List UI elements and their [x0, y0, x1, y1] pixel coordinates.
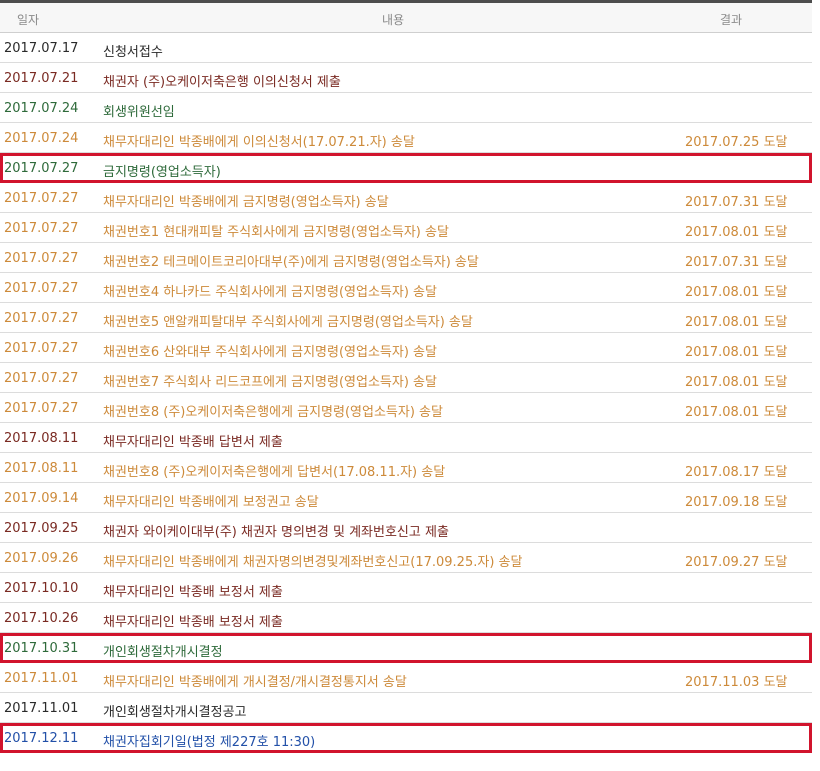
- header-result: 결과: [720, 13, 743, 27]
- row-date: 2017.07.27: [4, 281, 79, 296]
- row-result: 2017.08.01 도달: [685, 225, 788, 240]
- row-date: 2017.07.27: [4, 161, 79, 176]
- row-date: 2017.08.11: [4, 431, 79, 446]
- table-row: 2017.07.27 채권번호5 앤알캐피탈대부 주식회사에게 금지명령(영업소득…: [0, 303, 812, 333]
- row-date: 2017.07.27: [4, 401, 79, 416]
- row-result: 2017.09.18 도달: [685, 495, 788, 510]
- row-content: 채권번호2 테크메이트코리아대부(주)에게 금지명령(영업소득자) 송달: [103, 255, 479, 270]
- row-content: 개인회생절차개시결정공고: [103, 705, 247, 720]
- row-result: 2017.08.01 도달: [685, 375, 788, 390]
- row-result: 2017.08.01 도달: [685, 405, 788, 420]
- case-history-table: 일자 내용 결과 2017.07.17 신청서접수 2017.07.21 채권자 (주…: [0, 0, 812, 753]
- row-date: 2017.07.27: [4, 221, 79, 236]
- row-date: 2017.07.17: [4, 41, 79, 56]
- table-row: 2017.11.01 개인회생절차개시결정공고: [0, 693, 812, 723]
- row-content: 채무자대리인 박종배에게 이의신청서(17.07.21.자) 송달: [103, 135, 415, 150]
- row-date: 2017.07.27: [4, 251, 79, 266]
- table-header: 일자 내용 결과: [0, 3, 812, 33]
- table-row: 2017.07.27 채권번호8 (주)오케이저축은행에게 금지명령(영업소득자)…: [0, 393, 812, 423]
- table-row: 2017.07.27 채무자대리인 박종배에게 금지명령(영업소득자) 송달 201…: [0, 183, 812, 213]
- row-content: 채권자 와이케이대부(주) 채권자 명의변경 및 계좌번호신고 제출: [103, 525, 449, 540]
- row-date: 2017.07.27: [4, 341, 79, 356]
- table-row-highlighted: 2017.07.27 금지명령(영업소득자): [0, 153, 812, 183]
- row-content: 채권번호4 하나카드 주식회사에게 금지명령(영업소득자) 송달: [103, 285, 437, 300]
- table-row: 2017.07.27 채권번호1 현대캐피탈 주식회사에게 금지명령(영업소득자)…: [0, 213, 812, 243]
- row-content: 채무자대리인 박종배에게 보정권고 송달: [103, 495, 319, 510]
- row-date: 2017.10.10: [4, 581, 79, 596]
- row-content: 신청서접수: [103, 45, 163, 60]
- row-result: 2017.08.17 도달: [685, 465, 788, 480]
- row-date: 2017.07.27: [4, 191, 79, 206]
- row-date: 2017.09.14: [4, 491, 79, 506]
- row-date: 2017.11.01: [4, 701, 79, 716]
- row-result: 2017.08.01 도달: [685, 345, 788, 360]
- table-row: 2017.09.25 채권자 와이케이대부(주) 채권자 명의변경 및 계좌번호신…: [0, 513, 812, 543]
- table-row: 2017.10.10 채무자대리인 박종배 보정서 제출: [0, 573, 812, 603]
- row-date: 2017.07.24: [4, 131, 79, 146]
- table-row: 2017.07.17 신청서접수: [0, 33, 812, 63]
- row-content: 채무자대리인 박종배에게 개시결정/개시결정통지서 송달: [103, 675, 407, 690]
- row-result: 2017.07.25 도달: [685, 135, 788, 150]
- row-date: 2017.07.27: [4, 371, 79, 386]
- table-row: 2017.10.26 채무자대리인 박종배 보정서 제출: [0, 603, 812, 633]
- row-date: 2017.11.01: [4, 671, 79, 686]
- row-content: 채권번호8 (주)오케이저축은행에게 답변서(17.08.11.자) 송달: [103, 465, 446, 480]
- table-row: 2017.07.27 채권번호6 산와대부 주식회사에게 금지명령(영업소득자) …: [0, 333, 812, 363]
- table-row: 2017.07.21 채권자 (주)오케이저축은행 이의신청서 제출: [0, 63, 812, 93]
- row-result: 2017.08.01 도달: [685, 285, 788, 300]
- table-row: 2017.07.27 채권번호7 주식회사 리드코프에게 금지명령(영업소득자) …: [0, 363, 812, 393]
- row-date: 2017.10.26: [4, 611, 79, 626]
- row-result: 2017.07.31 도달: [685, 195, 788, 210]
- header-date: 일자: [17, 13, 40, 27]
- row-date: 2017.10.31: [4, 641, 79, 656]
- table-row-highlighted: 2017.12.11 채권자집회기일(법정 제227호 11:30): [0, 723, 812, 753]
- table-row: 2017.08.11 채무자대리인 박종배 답변서 제출: [0, 423, 812, 453]
- row-content: 금지명령(영업소득자): [103, 165, 221, 180]
- row-date: 2017.07.21: [4, 71, 79, 86]
- row-content: 회생위원선임: [103, 105, 175, 120]
- row-date: 2017.07.27: [4, 311, 79, 326]
- table-row: 2017.08.11 채권번호8 (주)오케이저축은행에게 답변서(17.08.1…: [0, 453, 812, 483]
- row-result: 2017.09.27 도달: [685, 555, 788, 570]
- row-content: 채무자대리인 박종배 답변서 제출: [103, 435, 283, 450]
- row-date: 2017.07.24: [4, 101, 79, 116]
- row-content: 채권번호7 주식회사 리드코프에게 금지명령(영업소득자) 송달: [103, 375, 437, 390]
- row-content: 채권번호8 (주)오케이저축은행에게 금지명령(영업소득자) 송달: [103, 405, 443, 420]
- row-content: 채권번호6 산와대부 주식회사에게 금지명령(영업소득자) 송달: [103, 345, 437, 360]
- row-result: 2017.07.31 도달: [685, 255, 788, 270]
- header-content: 내용: [382, 13, 405, 27]
- row-content: 채무자대리인 박종배에게 채권자명의변경및계좌번호신고(17.09.25.자) …: [103, 555, 523, 570]
- row-result: 2017.11.03 도달: [685, 675, 788, 690]
- row-date: 2017.09.25: [4, 521, 79, 536]
- row-content: 채무자대리인 박종배 보정서 제출: [103, 585, 283, 600]
- row-content: 개인회생절차개시결정: [103, 645, 223, 660]
- row-date: 2017.08.11: [4, 461, 79, 476]
- row-content: 채권자 (주)오케이저축은행 이의신청서 제출: [103, 75, 341, 90]
- row-date: 2017.12.11: [4, 731, 79, 746]
- table-row: 2017.07.27 채권번호4 하나카드 주식회사에게 금지명령(영업소득자) …: [0, 273, 812, 303]
- table-row: 2017.07.24 회생위원선임: [0, 93, 812, 123]
- table-row: 2017.09.26 채무자대리인 박종배에게 채권자명의변경및계좌번호신고(17…: [0, 543, 812, 573]
- table-body: 2017.07.17 신청서접수 2017.07.21 채권자 (주)오케이저축은행 …: [0, 33, 812, 753]
- row-content: 채권번호1 현대캐피탈 주식회사에게 금지명령(영업소득자) 송달: [103, 225, 449, 240]
- row-content: 채권자집회기일(법정 제227호 11:30): [103, 735, 316, 750]
- row-content: 채무자대리인 박종배에게 금지명령(영업소득자) 송달: [103, 195, 389, 210]
- row-date: 2017.09.26: [4, 551, 79, 566]
- row-content: 채무자대리인 박종배 보정서 제출: [103, 615, 283, 630]
- table-row: 2017.11.01 채무자대리인 박종배에게 개시결정/개시결정통지서 송달 20…: [0, 663, 812, 693]
- row-content: 채권번호5 앤알캐피탈대부 주식회사에게 금지명령(영업소득자) 송달: [103, 315, 473, 330]
- table-row-highlighted: 2017.10.31 개인회생절차개시결정: [0, 633, 812, 663]
- table-row: 2017.07.24 채무자대리인 박종배에게 이의신청서(17.07.21.자)…: [0, 123, 812, 153]
- row-result: 2017.08.01 도달: [685, 315, 788, 330]
- table-row: 2017.07.27 채권번호2 테크메이트코리아대부(주)에게 금지명령(영업소…: [0, 243, 812, 273]
- table-row: 2017.09.14 채무자대리인 박종배에게 보정권고 송달 2017.09.18…: [0, 483, 812, 513]
